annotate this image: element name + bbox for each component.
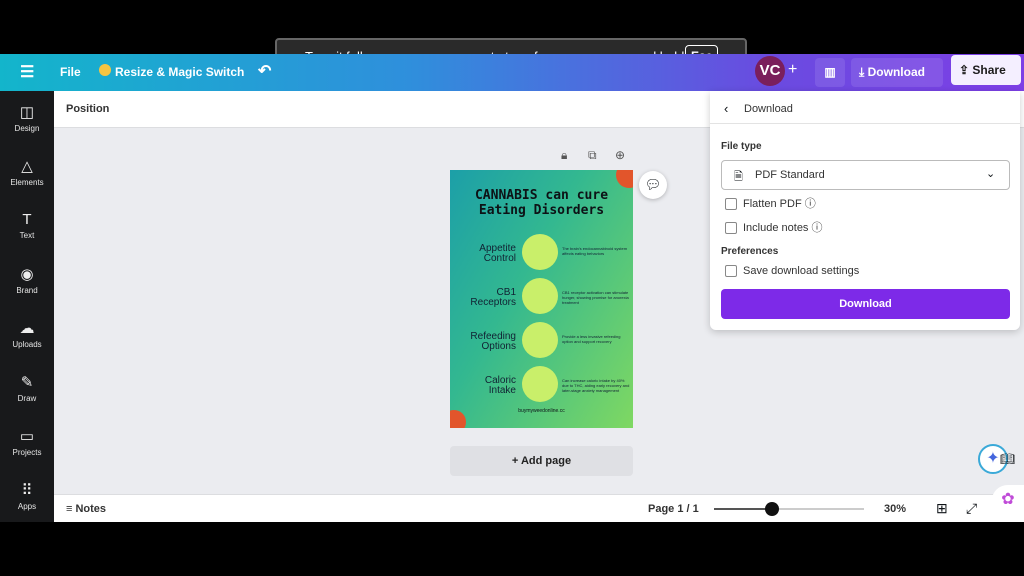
bottom-bar: ≡ Notes Page 1 / 1 30% ⊞ ⤢	[54, 494, 1024, 522]
design-icon: ◫	[19, 104, 35, 121]
resize-magic-switch-button[interactable]: Resize & Magic Switch	[115, 65, 244, 79]
brand-icon: ◉	[20, 266, 34, 283]
decor-flower	[616, 170, 633, 188]
projects-icon: ▭	[19, 428, 35, 445]
info-icon: ⓘ	[804, 198, 816, 210]
section-illustration	[522, 366, 558, 402]
book-icon[interactable]: 📖︎	[1000, 452, 1015, 466]
sidebar-item-apps[interactable]: ⠿ Apps	[0, 481, 54, 511]
sidebar-item-text[interactable]: T Text	[0, 211, 54, 240]
elements-icon: △	[21, 158, 33, 175]
info-icon: ⓘ	[811, 222, 823, 234]
lock-icon[interactable]: 🔒︎	[561, 148, 567, 163]
menu-icon[interactable]: ☰	[20, 62, 34, 82]
comment-icon[interactable]: 💬︎	[639, 171, 667, 199]
poster-footer: buymyweedonline.cc	[518, 408, 565, 414]
crown-icon	[99, 64, 111, 76]
sidebar: ◫ Design △ Elements T Text ◉ Brand ☁ Uploads ✎ Draw…	[0, 91, 54, 522]
file-type-select[interactable]: 🗎 PDF Standard ⌄	[721, 160, 1010, 190]
apps-icon: ⠿	[21, 482, 33, 499]
file-menu[interactable]: File	[60, 65, 81, 79]
pdf-file-icon: 🗎	[734, 171, 743, 183]
share-button[interactable]: ⇪ Share	[951, 55, 1021, 85]
download-panel: ‹ Download File type 🗎 PDF Standard ⌄ Fl…	[710, 91, 1020, 330]
chevron-down-icon: ⌄	[986, 168, 996, 180]
section-label: Appetite Control	[479, 243, 516, 264]
section-description: Can increase caloric intake by 40% due t…	[562, 378, 630, 393]
section-illustration	[522, 278, 558, 314]
section-illustration	[522, 322, 558, 358]
section-label: Caloric Intake	[484, 375, 516, 396]
file-type-label: File type	[721, 141, 762, 152]
divider	[710, 123, 1020, 124]
section-label: CB1 Receptors	[470, 287, 516, 308]
section-illustration	[522, 234, 558, 270]
page-indicator: Page 1 / 1	[648, 503, 699, 515]
section-description: Provide a less invasive refeeding option…	[562, 334, 621, 344]
undo-icon[interactable]: ↶	[258, 61, 271, 81]
text-icon: T	[22, 211, 32, 228]
grid-view-icon[interactable]: ⊞	[936, 500, 948, 517]
duplicate-icon[interactable]: ⧉	[588, 148, 597, 163]
sidebar-item-label: Elements	[10, 178, 44, 187]
sidebar-item-elements[interactable]: △ Elements	[0, 157, 54, 187]
top-toolbar: ☰ File Resize & Magic Switch ↶ VC + ▥ ⤓ …	[0, 54, 1024, 91]
sidebar-item-label: Text	[19, 231, 35, 240]
sidebar-item-brand[interactable]: ◉ Brand	[0, 265, 54, 295]
sidebar-item-label: Brand	[16, 286, 38, 295]
section-label: Refeeding Options	[470, 331, 516, 352]
back-icon[interactable]: ‹	[724, 101, 728, 116]
avatar[interactable]: VC	[755, 56, 785, 86]
sidebar-item-label: Uploads	[12, 340, 42, 349]
sidebar-item-label: Design	[14, 124, 40, 133]
zoom-slider[interactable]	[714, 502, 864, 516]
draw-icon: ✎	[20, 374, 34, 391]
uploads-icon: ☁	[19, 320, 35, 337]
sidebar-item-projects[interactable]: ▭ Projects	[0, 427, 54, 457]
fullscreen-icon[interactable]: ⤢	[966, 500, 977, 517]
download-icon: ⤓	[859, 65, 868, 79]
flatten-pdf-checkbox[interactable]: Flatten PDF ⓘ	[725, 195, 816, 211]
download-confirm-button[interactable]: Download	[721, 289, 1010, 319]
sidebar-item-uploads[interactable]: ☁ Uploads	[0, 319, 54, 349]
download-button[interactable]: ⤓ Download	[851, 58, 943, 87]
share-icon: ⇪	[959, 63, 973, 77]
include-notes-checkbox[interactable]: Include notes ⓘ	[725, 219, 823, 235]
panel-title: Download	[744, 103, 793, 115]
sidebar-item-label: Apps	[17, 502, 37, 511]
add-page-icon[interactable]: ⊕	[615, 148, 625, 162]
analytics-icon[interactable]: ▥	[815, 58, 845, 87]
sidebar-item-label: Projects	[12, 448, 42, 457]
add-collaborator-icon[interactable]: +	[788, 61, 797, 79]
zoom-level: 30%	[884, 503, 907, 515]
save-settings-checkbox[interactable]: Save download settings	[725, 265, 859, 278]
brain-icon[interactable]: ✿	[992, 485, 1024, 515]
position-button[interactable]: Position	[66, 103, 109, 115]
add-page-button[interactable]: + Add page	[450, 446, 633, 476]
notes-button[interactable]: ≡ Notes	[66, 503, 106, 515]
section-description: The brain's endocannabinoid system affec…	[562, 246, 628, 256]
design-page[interactable]: CANNABIS can cure Eating Disorders Appeti…	[450, 170, 633, 428]
preferences-label: Preferences	[721, 246, 779, 257]
sidebar-item-design[interactable]: ◫ Design	[0, 103, 54, 133]
sidebar-item-draw[interactable]: ✎ Draw	[0, 373, 54, 403]
sidebar-item-label: Draw	[17, 394, 37, 403]
poster-title: CANNABIS can cure Eating Disorders	[474, 188, 609, 218]
section-description: CB1 receptor activation can stimulate hu…	[562, 290, 629, 305]
